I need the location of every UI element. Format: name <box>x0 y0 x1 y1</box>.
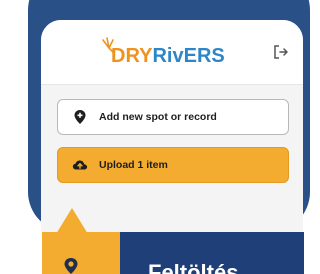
banner-title: Feltöltés <box>148 260 239 274</box>
upload-label: Upload 1 item <box>99 159 168 171</box>
upload-button[interactable]: Upload 1 item <box>57 147 289 183</box>
banner-title-panel: Feltöltés <box>120 232 304 274</box>
banner-pointer <box>56 208 88 234</box>
cloud-upload-icon <box>72 157 88 173</box>
app-screen: DRYRivERS Add new spot or record Upload … <box>41 20 303 232</box>
banner-icon-panel <box>42 232 120 274</box>
add-spot-label: Add new spot or record <box>99 111 217 123</box>
logo-text: DRYRivERS <box>111 45 225 67</box>
dryrivers-logo: DRYRivERS <box>102 37 225 67</box>
app-header: DRYRivERS <box>41 20 303 84</box>
logout-icon[interactable] <box>273 44 289 60</box>
location-pin-icon <box>64 258 78 274</box>
add-spot-button[interactable]: Add new spot or record <box>57 99 289 135</box>
map-pin-icon <box>72 109 88 125</box>
